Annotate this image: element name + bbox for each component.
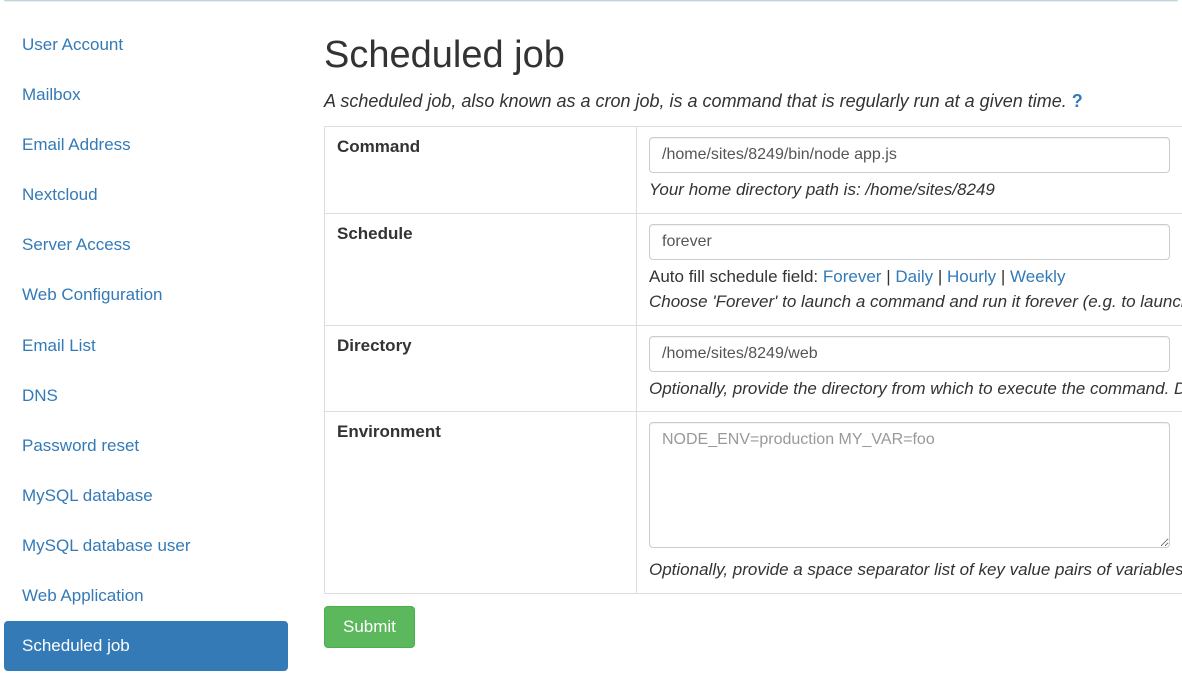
sidebar-item-email-list[interactable]: Email List — [4, 321, 288, 371]
command-input[interactable] — [649, 137, 1170, 173]
sidebar-item-mailbox[interactable]: Mailbox — [4, 70, 288, 120]
help-icon[interactable]: ? — [1072, 91, 1083, 112]
schedule-label: Schedule — [325, 213, 637, 325]
sidebar-item-scheduled-job[interactable]: Scheduled job — [4, 621, 288, 671]
command-helper: Your home directory path is: /home/sites… — [649, 177, 1170, 203]
autofill-hourly[interactable]: Hourly — [947, 267, 996, 286]
sidebar-item-nextcloud[interactable]: Nextcloud — [4, 170, 288, 220]
autofill-forever[interactable]: Forever — [823, 267, 882, 286]
sidebar-item-mysql-database-user[interactable]: MySQL database user — [4, 521, 288, 571]
directory-helper: Optionally, provide the directory from w… — [649, 376, 1170, 402]
sidebar-item-password-reset[interactable]: Password reset — [4, 421, 288, 471]
sidebar-item-server-access[interactable]: Server Access — [4, 220, 288, 270]
submit-button[interactable]: Submit — [324, 606, 415, 648]
directory-input[interactable] — [649, 336, 1170, 372]
directory-label: Directory — [325, 325, 637, 412]
sidebar-item-dns[interactable]: DNS — [4, 371, 288, 421]
page-description: A scheduled job, also known as a cron jo… — [324, 91, 1182, 112]
sidebar: User Account Mailbox Email Address Nextc… — [0, 2, 290, 687]
main-content: Scheduled job A scheduled job, also know… — [290, 2, 1182, 687]
environment-label: Environment — [325, 412, 637, 594]
autofill-weekly[interactable]: Weekly — [1010, 267, 1065, 286]
schedule-helper: Choose 'Forever' to launch a command and… — [649, 289, 1170, 315]
schedule-input[interactable] — [649, 224, 1170, 260]
environment-helper: Optionally, provide a space separator li… — [649, 557, 1170, 583]
environment-input[interactable] — [649, 422, 1170, 548]
autofill-label: Auto fill schedule field: — [649, 267, 818, 286]
form-table: Command Your home directory path is: /ho… — [324, 126, 1182, 594]
page-title: Scheduled job — [324, 34, 1182, 77]
sidebar-item-user-account[interactable]: User Account — [4, 20, 288, 70]
page-description-text: A scheduled job, also known as a cron jo… — [324, 91, 1067, 111]
sidebar-item-mysql-database[interactable]: MySQL database — [4, 471, 288, 521]
schedule-autofill: Auto fill schedule field: Forever | Dail… — [649, 264, 1170, 290]
command-label: Command — [325, 127, 637, 214]
sidebar-item-web-application[interactable]: Web Application — [4, 571, 288, 621]
autofill-daily[interactable]: Daily — [895, 267, 933, 286]
sidebar-item-email-address[interactable]: Email Address — [4, 120, 288, 170]
sidebar-item-web-configuration[interactable]: Web Configuration — [4, 270, 288, 320]
